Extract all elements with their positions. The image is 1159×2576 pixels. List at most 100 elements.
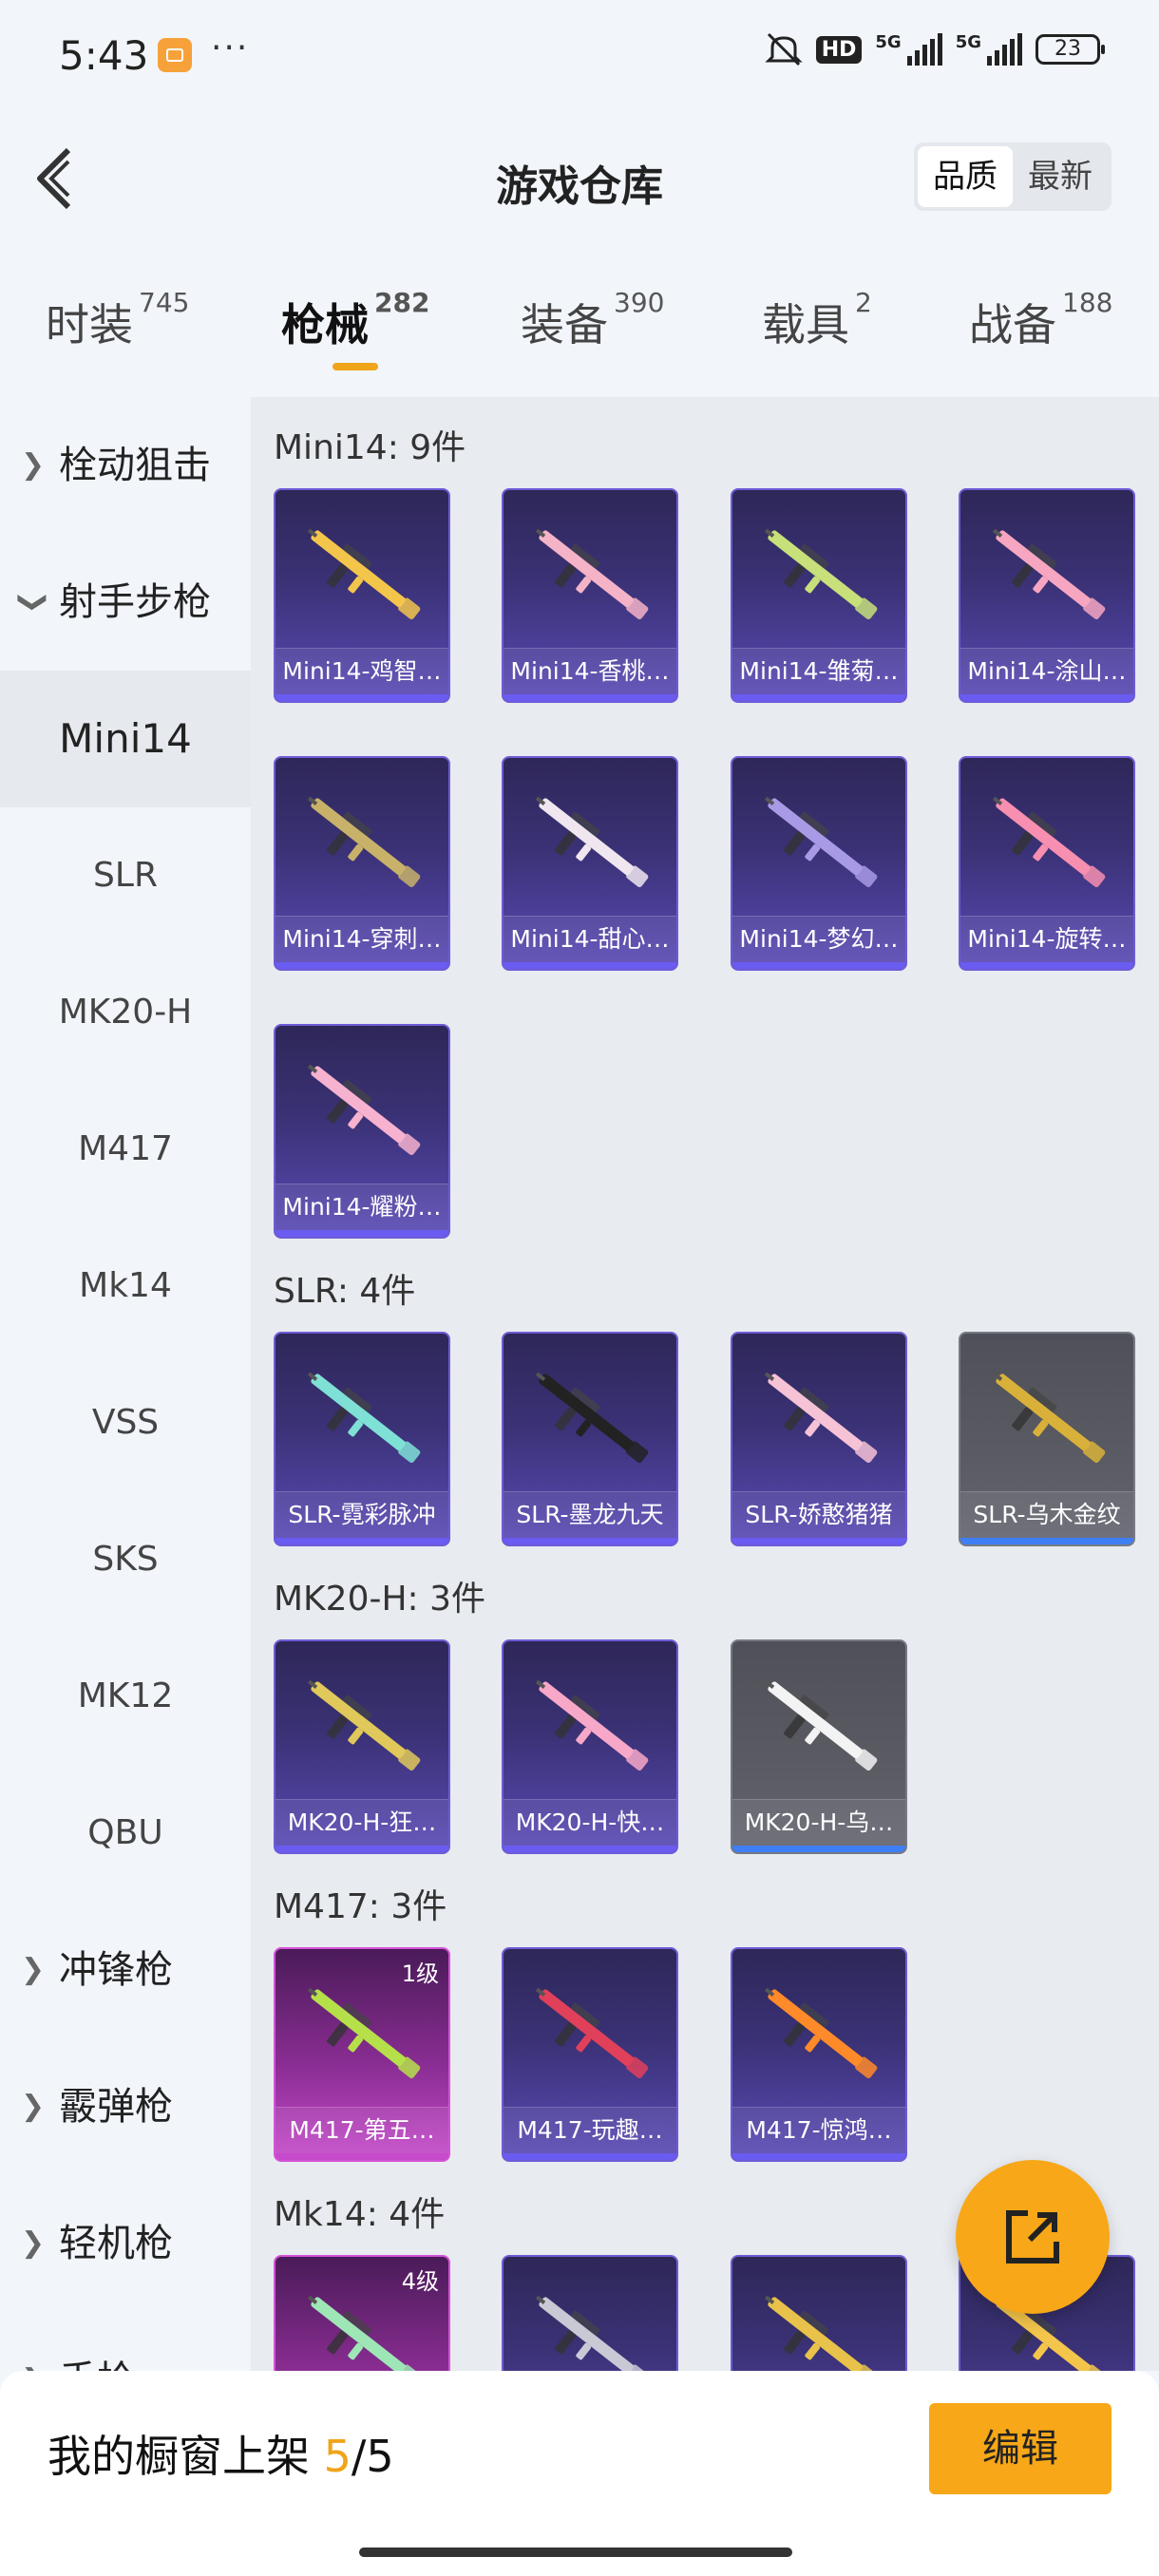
tab-count: 188 — [1062, 287, 1113, 318]
sidebar-item-label: 栓动狙击 — [59, 444, 211, 487]
chevron-right-icon: ❯ — [21, 448, 46, 482]
status-icons: HD 5G 5G 23 — [765, 32, 1105, 66]
chevron-right-icon: ❯ — [21, 1953, 46, 1986]
skin-name: Mini14-旋转… — [960, 916, 1133, 962]
tab-count: 390 — [614, 287, 665, 318]
sort-latest-button[interactable]: 最新 — [1013, 146, 1108, 207]
sidebar-item-m417[interactable]: M417 — [0, 1081, 251, 1218]
tab-vehicles[interactable]: 载具 2 — [762, 287, 872, 353]
skin-name: Mini14-耀粉… — [276, 1184, 448, 1230]
sidebar-item-mk12[interactable]: MK12 — [0, 1628, 251, 1765]
skin-name: Mini14-香桃… — [504, 648, 676, 694]
skin-card[interactable]: 4级 — [274, 2255, 450, 2371]
sidebar-item-label: 射手步枪 — [59, 580, 211, 624]
signal-icon-1 — [906, 33, 942, 66]
section-title-mini14: Mini14: 9件 — [274, 428, 466, 467]
sidebar-item-sks[interactable]: SKS — [0, 1491, 251, 1628]
skin-card[interactable]: Mini14-香桃… — [502, 488, 678, 703]
tab-fashion[interactable]: 时装 745 — [46, 287, 189, 353]
app-notification-icon — [158, 38, 192, 72]
skin-card[interactable] — [731, 2255, 907, 2371]
sidebar-item-qbu[interactable]: QBU — [0, 1765, 251, 1902]
skin-card[interactable]: Mini14-鸡智… — [274, 488, 450, 703]
status-bar: 5:43 ··· HD 5G 5G 23 — [0, 0, 1159, 112]
skin-name: M417-第五… — [276, 2107, 448, 2153]
signal-icon-2 — [987, 33, 1022, 66]
level-badge: 1级 — [401, 1960, 439, 1987]
section-title-slr: SLR: 4件 — [274, 1272, 416, 1311]
header: 游戏仓库 品质 最新 — [0, 112, 1159, 245]
skin-card[interactable]: Mini14-雏菊… — [731, 488, 907, 703]
sidebar-item-pistol[interactable]: ❯手枪 — [0, 2312, 251, 2371]
skin-name: Mini14-甜心… — [504, 916, 676, 962]
skin-name: SLR-乌木金纹 — [960, 1491, 1133, 1538]
chevron-right-icon: ❯ — [21, 2226, 46, 2260]
skin-card[interactable]: M417-惊鸿… — [731, 1947, 907, 2162]
skin-card[interactable] — [502, 2255, 678, 2371]
edit-button[interactable]: 编辑 — [929, 2403, 1112, 2494]
section-title-m417: M417: 3件 — [274, 1887, 447, 1926]
skin-card[interactable]: SLR-乌木金纹 — [959, 1332, 1135, 1546]
skin-card[interactable]: MK20-H-狂… — [274, 1639, 450, 1854]
sidebar-item-bolt-sniper[interactable]: ❯ 栓动狙击 — [0, 397, 251, 534]
skin-card[interactable]: MK20-H-乌… — [731, 1639, 907, 1854]
skin-card[interactable]: Mini14-梦幻… — [731, 756, 907, 971]
sort-toggle: 品质 最新 — [914, 142, 1112, 211]
status-time: 5:43 — [59, 32, 149, 79]
showcase-separator: / — [351, 2431, 367, 2482]
skin-name: Mini14-雏菊… — [732, 648, 905, 694]
share-fab-button[interactable] — [956, 2160, 1110, 2314]
skin-name: MK20-H-快… — [504, 1799, 676, 1846]
home-indicator[interactable] — [359, 2548, 792, 2557]
tab-weapons[interactable]: 枪械 282 — [281, 287, 429, 353]
skin-card[interactable]: Mini14-穿刺… — [274, 756, 450, 971]
section-title-mk14: Mk14: 4件 — [274, 2195, 446, 2234]
skin-card[interactable]: Mini14-旋转… — [959, 756, 1135, 971]
showcase-current-count: 5 — [323, 2431, 352, 2482]
weapon-category-sidebar: ❯ 栓动狙击 ❯ 射手步枪 Mini14 SLR MK20-H M417 Mk14 … — [0, 397, 251, 2371]
skin-name: SLR-墨龙九天 — [504, 1491, 676, 1538]
hd-voice-icon: HD — [815, 35, 863, 64]
share-out-icon — [1006, 2210, 1059, 2263]
weapon-skin-grid: Mini14: 9件 Mini14-鸡智… Mini14-香桃… Mini14-… — [251, 397, 1159, 2371]
skin-card[interactable]: SLR-墨龙九天 — [502, 1332, 678, 1546]
mute-icon — [765, 32, 803, 66]
more-notifications-icon: ··· — [211, 28, 250, 67]
skin-card[interactable]: M417-玩趣… — [502, 1947, 678, 2162]
skin-card[interactable]: SLR-娇憨猪猪 — [731, 1332, 907, 1546]
skin-name: Mini14-梦幻… — [732, 916, 905, 962]
skin-card[interactable]: 1级 M417-第五… — [274, 1947, 450, 2162]
skin-name: SLR-娇憨猪猪 — [732, 1491, 905, 1538]
skin-card[interactable]: MK20-H-快… — [502, 1639, 678, 1854]
skin-card[interactable]: SLR-霓彩脉冲 — [274, 1332, 450, 1546]
sidebar-item-label: 冲锋枪 — [59, 1948, 173, 1992]
sidebar-item-mini14[interactable]: Mini14 — [0, 671, 251, 807]
sort-quality-button[interactable]: 品质 — [918, 146, 1013, 207]
skin-name: Mini14-鸡智… — [276, 648, 448, 694]
skin-name: SLR-霓彩脉冲 — [276, 1491, 448, 1538]
sidebar-item-mk14[interactable]: Mk14 — [0, 1218, 251, 1354]
tab-equipment[interactable]: 装备 390 — [521, 287, 664, 353]
skin-card[interactable]: Mini14-涂山… — [959, 488, 1135, 703]
tab-label: 装备 — [521, 299, 608, 350]
skin-name: MK20-H-狂… — [276, 1799, 448, 1846]
sidebar-item-lmg[interactable]: ❯ 轻机枪 — [0, 2175, 251, 2312]
sidebar-item-mk20h[interactable]: MK20-H — [0, 944, 251, 1081]
skin-card[interactable]: Mini14-耀粉… — [274, 1024, 450, 1239]
sidebar-item-slr[interactable]: SLR — [0, 807, 251, 944]
tab-label: 时装 — [46, 299, 133, 350]
skin-card[interactable]: Mini14-甜心… — [502, 756, 678, 971]
active-tab-indicator — [332, 363, 378, 370]
sidebar-item-dmr[interactable]: ❯ 射手步枪 — [0, 534, 251, 671]
tab-battle-gear[interactable]: 战备 188 — [969, 287, 1112, 353]
sidebar-item-shotgun[interactable]: ❯ 霰弹枪 — [0, 2038, 251, 2175]
sidebar-item-smg[interactable]: ❯ 冲锋枪 — [0, 1902, 251, 2038]
tab-label: 载具 — [762, 299, 849, 350]
sidebar-item-label: 轻机枪 — [59, 2222, 173, 2265]
network-type-1: 5G — [875, 32, 902, 52]
sidebar-item-vss[interactable]: VSS — [0, 1354, 251, 1491]
battery-icon: 23 — [1036, 34, 1105, 65]
level-badge: 4级 — [401, 2268, 439, 2295]
chevron-right-icon: ❯ — [21, 2090, 46, 2123]
tab-count: 745 — [139, 287, 190, 318]
